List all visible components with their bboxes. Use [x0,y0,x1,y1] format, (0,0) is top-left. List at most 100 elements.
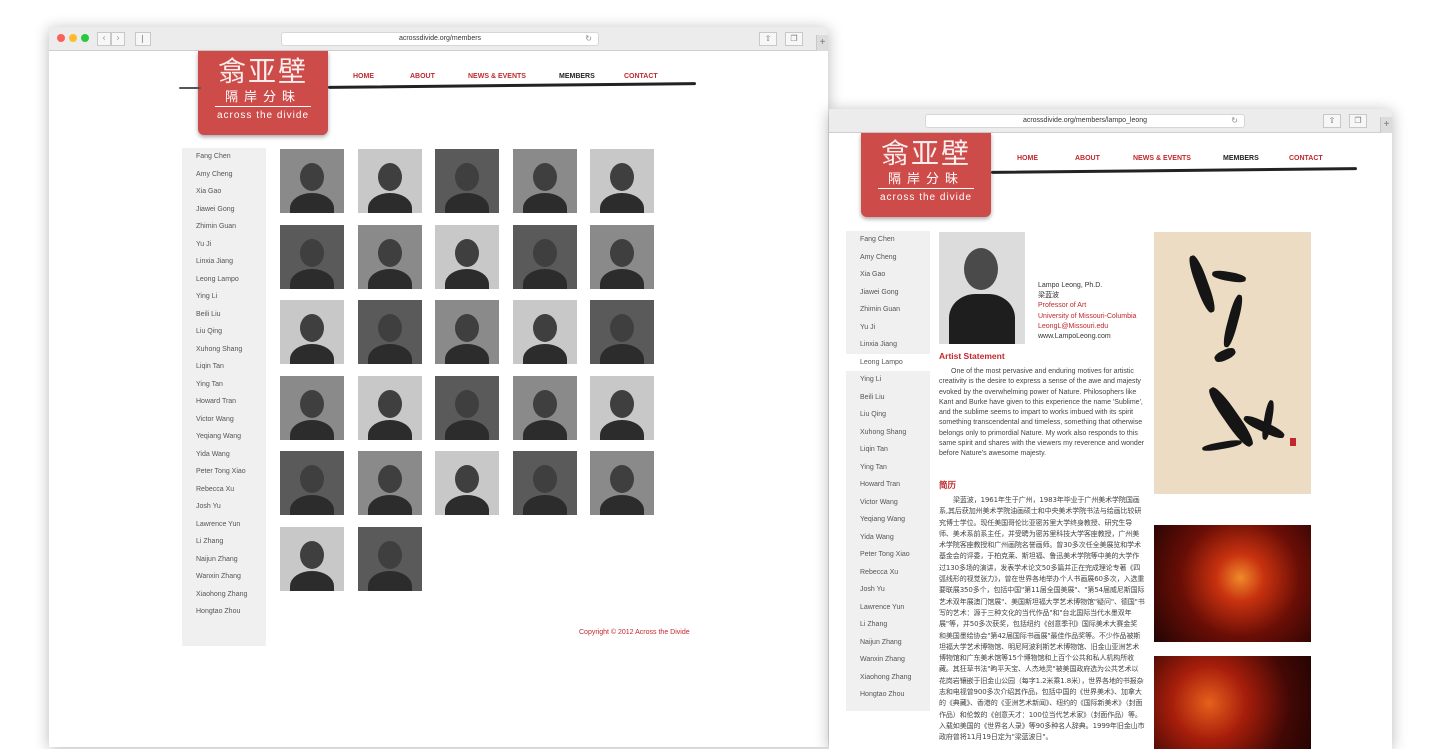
sidebar-member-link[interactable]: Xia Gao [182,183,266,201]
share-icon[interactable]: ⇧ [759,32,777,46]
forward-icon[interactable]: › [111,32,125,46]
sidebar-member-link[interactable]: Jiawei Gong [846,284,930,302]
sidebar-member-link[interactable]: Ying Tan [182,376,266,394]
sidebar-member-link[interactable]: Wanxin Zhang [846,651,930,669]
sidebar-member-link[interactable]: Ying Li [846,371,930,389]
member-photo[interactable] [280,375,344,440]
sidebar-member-link[interactable]: Beili Liu [846,389,930,407]
sidebar-member-link[interactable]: Rebecca Xu [182,481,266,499]
sidebar-member-link[interactable]: Yeqiang Wang [846,511,930,529]
reload-icon[interactable]: ↻ [1231,115,1238,127]
member-photo[interactable] [512,300,577,364]
new-tab-icon[interactable]: + [1380,117,1392,133]
member-photo[interactable] [357,149,422,213]
sidebar-member-link[interactable]: Peter Tong Xiao [182,463,266,481]
sidebar-member-link[interactable]: Ying Tan [846,459,930,477]
member-photo[interactable] [357,224,422,289]
member-photo[interactable] [280,526,344,591]
member-photo[interactable] [280,224,344,289]
member-photo[interactable] [590,300,654,364]
sidebar-member-link[interactable]: Li Zhang [182,533,266,551]
sidebar-member-link[interactable]: Ying Li [182,288,266,306]
member-photo[interactable] [590,451,654,515]
member-photo[interactable] [512,451,577,515]
member-photo[interactable] [435,375,499,440]
sidebar-member-link[interactable]: Li Zhang [846,616,930,634]
sidebar-member-link[interactable]: Naijun Zhang [846,634,930,652]
member-photo[interactable] [590,149,654,213]
nav-home[interactable]: HOME [1017,155,1075,162]
sidebar-member-link[interactable]: Wanxin Zhang [182,568,266,586]
sidebar-member-link[interactable]: Liu Qing [182,323,266,341]
sidebar-member-link[interactable]: Hongtao Zhou [846,686,930,704]
member-photo[interactable] [357,526,422,591]
new-tab-icon[interactable]: + [816,35,828,51]
sidebar-member-link[interactable]: Beili Liu [182,306,266,324]
sidebar-member-link[interactable]: Victor Wang [846,494,930,512]
member-photo[interactable] [280,451,344,515]
sidebar-member-link[interactable]: Naijun Zhang [182,551,266,569]
sidebar-member-link[interactable]: Xuhong Shang [846,424,930,442]
member-photo[interactable] [435,451,499,515]
sidebar-toggle-icon[interactable] [135,32,151,46]
sidebar-member-link[interactable]: Zhimin Guan [846,301,930,319]
abstract-painting-artwork[interactable] [1154,656,1311,749]
sidebar-member-link[interactable]: Yu Ji [846,319,930,337]
nav-news-events[interactable]: NEWS & EVENTS [468,73,559,80]
site-logo[interactable]: 翕亚壁 隔岸分昧 across the divide [861,133,991,217]
reload-icon[interactable]: ↻ [585,33,592,45]
calligraphy-artwork[interactable] [1154,232,1311,494]
sidebar-member-link[interactable]: Liqin Tan [182,358,266,376]
address-bar[interactable]: acrossdivide.org/members/lampo_leong ↻ [925,114,1245,128]
sidebar-member-link[interactable]: Lawrence Yun [182,516,266,534]
site-logo[interactable]: 翕亚壁 隔岸分昧 across the divide [198,51,328,135]
sidebar-member-link[interactable]: Yu Ji [182,236,266,254]
nav-about[interactable]: ABOUT [1075,155,1133,162]
sidebar-member-link[interactable]: Hongtao Zhou [182,603,266,621]
nav-members[interactable]: MEMBERS [559,73,624,80]
sidebar-member-link[interactable]: Liu Qing [846,406,930,424]
member-photo[interactable] [357,300,422,364]
member-photo[interactable] [512,149,577,213]
member-photo[interactable] [357,375,422,440]
share-icon[interactable]: ⇧ [1323,114,1341,128]
sidebar-member-link[interactable]: Rebecca Xu [846,564,930,582]
sidebar-member-link[interactable]: Linxia Jiang [182,253,266,271]
tabs-icon[interactable]: ❐ [785,32,803,46]
sidebar-member-link[interactable]: Zhimin Guan [182,218,266,236]
sidebar-member-link[interactable]: Howard Tran [846,476,930,494]
sidebar-member-link[interactable]: Amy Cheng [846,249,930,267]
nav-contact[interactable]: CONTACT [624,73,658,80]
back-icon[interactable]: ‹ [97,32,111,46]
member-photo[interactable] [435,149,499,213]
nav-members[interactable]: MEMBERS [1223,155,1289,162]
artist-university[interactable]: University of Missouri-Columbia [1038,312,1136,322]
sidebar-member-link[interactable]: Jiawei Gong [182,201,266,219]
sidebar-member-link[interactable]: Fang Chen [846,231,930,249]
minimize-window-button[interactable] [69,34,77,42]
member-photo[interactable] [590,375,654,440]
sidebar-member-link[interactable]: Liqin Tan [846,441,930,459]
sidebar-member-link[interactable]: Yeqiang Wang [182,428,266,446]
sidebar-member-link[interactable]: Howard Tran [182,393,266,411]
sidebar-member-link[interactable]: Linxia Jiang [846,336,930,354]
sidebar-member-link[interactable]: Victor Wang [182,411,266,429]
sidebar-member-link[interactable]: Leong Lampo [846,353,930,371]
member-photo[interactable] [357,451,422,515]
close-window-button[interactable] [57,34,65,42]
member-photo[interactable] [280,149,344,213]
sidebar-member-link[interactable]: Xiaohong Zhang [182,586,266,604]
nav-contact[interactable]: CONTACT [1289,155,1323,162]
sidebar-member-link[interactable]: Leong Lampo [182,271,266,289]
member-photo[interactable] [435,300,499,364]
sidebar-member-link[interactable]: Yida Wang [846,529,930,547]
sidebar-member-link[interactable]: Peter Tong Xiao [846,546,930,564]
member-photo[interactable] [512,375,577,440]
artist-website[interactable]: www.LampoLeong.com [1038,332,1136,342]
sidebar-member-link[interactable]: Xia Gao [846,266,930,284]
sidebar-member-link[interactable]: Yida Wang [182,446,266,464]
sidebar-member-link[interactable]: Josh Yu [182,498,266,516]
member-photo[interactable] [512,224,577,289]
sidebar-member-link[interactable]: Xiaohong Zhang [846,669,930,687]
artist-email-link[interactable]: LeongL@Missouri.edu [1038,322,1136,332]
